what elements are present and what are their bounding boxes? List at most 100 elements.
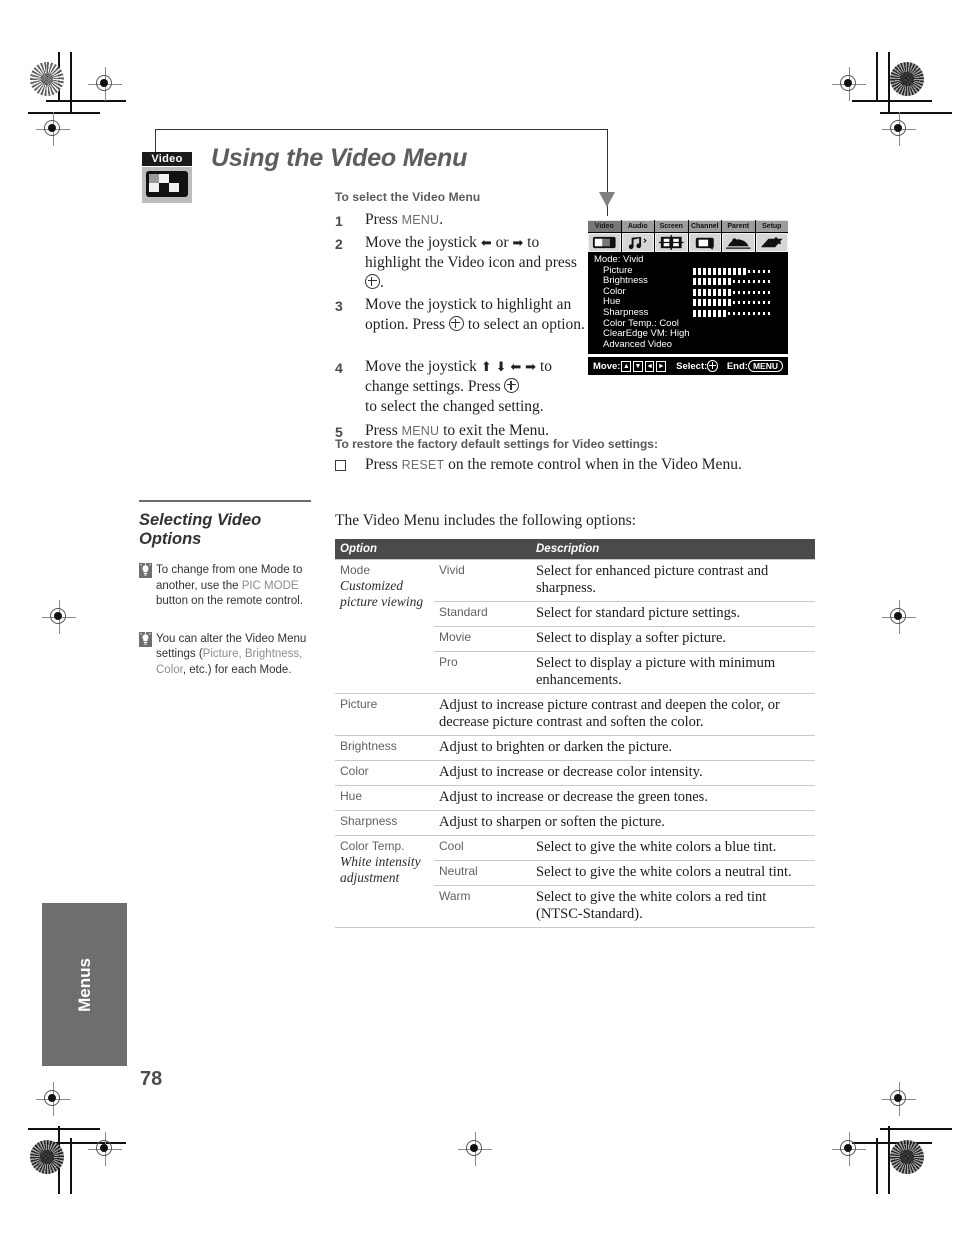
screen-icon[interactable] — [655, 233, 688, 252]
joystick-select-icon — [365, 274, 380, 289]
step-number: 3 — [335, 298, 343, 314]
restore-defaults-block: To restore the factory default settings … — [335, 437, 815, 477]
arrow-right-key-icon: ► — [656, 360, 667, 372]
table-intro: The Video Menu includes the following op… — [335, 512, 636, 529]
registration-mark-top-right — [832, 67, 866, 101]
lightbulb-icon — [139, 631, 156, 679]
column-header-option: Option — [335, 539, 531, 560]
video-menu-badge: Video — [142, 152, 192, 203]
crop-mark-bottom-right-h2 — [880, 1128, 952, 1130]
channel-icon[interactable] — [688, 233, 721, 252]
osd-select-label: Select: — [676, 360, 708, 372]
osd-item-sharpness[interactable]: Sharpness — [594, 306, 788, 319]
parent-icon[interactable] — [722, 233, 755, 252]
option-desc: Select for enhanced picture contrast and… — [531, 559, 815, 602]
registration-mark-bottom-center — [458, 1132, 492, 1166]
lightbulb-icon — [139, 563, 156, 610]
osd-menu-key: MENU — [747, 360, 783, 373]
osd-slider-brightness[interactable] — [693, 278, 775, 286]
osd-slider-color[interactable] — [693, 288, 775, 296]
arrow-right-icon: ➡ — [512, 235, 524, 250]
osd-tab-audio[interactable]: Audio — [621, 220, 654, 232]
video-icon[interactable] — [588, 233, 621, 252]
crop-mark-bottom-right-v — [876, 1138, 878, 1194]
arrow-left-icon: ⬅ — [480, 235, 492, 250]
step-number: 4 — [335, 360, 343, 376]
section-divider — [139, 500, 311, 502]
tv-osd-screenshot: Video Audio Screen Channel Parent Setup … — [588, 220, 788, 376]
step2-text-a: Move the joystick — [365, 234, 477, 251]
option-desc: Select to give the white colors a blue t… — [531, 835, 815, 861]
crop-mark-bottom-left-h — [28, 1128, 100, 1130]
option-sublabel: White intensity adjustment — [340, 854, 421, 885]
osd-tab-channel[interactable]: Channel — [688, 220, 721, 232]
option-cell-mode: Mode Customized picture viewing — [335, 559, 434, 694]
option-value-cool: Cool — [434, 835, 531, 861]
osd-slider-hue[interactable] — [693, 299, 775, 307]
tip1-highlight: PIC MODE — [241, 579, 299, 592]
osd-item-advanced-video[interactable]: Advanced Video — [594, 339, 788, 351]
option-desc: Select to give the white colors a red ti… — [531, 885, 815, 928]
option-label-color: Color — [335, 760, 434, 786]
option-desc: Select to display a softer picture. — [531, 626, 815, 652]
table-row-closing — [335, 927, 815, 928]
osd-item-label: Sharpness — [603, 306, 649, 318]
step1-period: . — [439, 211, 444, 228]
step-number: 2 — [335, 236, 343, 252]
osd-tab-parent[interactable]: Parent — [722, 220, 755, 232]
registration-mark-bottom-right-low — [882, 1082, 916, 1116]
crop-mark-bottom-left-v — [70, 1138, 72, 1194]
crop-mark-top-right-v2 — [888, 52, 890, 114]
table-row: Color Adjust to increase or decrease col… — [335, 760, 815, 786]
column-header-description: Description — [531, 539, 815, 560]
step-text: Move the joystick ⬆ ⬇ ⬅ ➡ to change sett… — [365, 358, 552, 415]
table-row: Picture Adjust to increase picture contr… — [335, 693, 815, 736]
option-desc: Adjust to increase or decrease color int… — [434, 760, 815, 786]
arrow-down-icon: ⬇ — [495, 359, 507, 374]
step3-text-b: to select an option. — [467, 316, 585, 333]
osd-item-color[interactable]: Color — [594, 286, 788, 298]
option-label-hue: Hue — [335, 785, 434, 811]
step1-press: Press — [365, 211, 402, 228]
option-value-neutral: Neutral — [434, 860, 531, 886]
registration-rosette-top-left — [30, 62, 64, 96]
osd-item-label: Brightness — [603, 275, 648, 287]
procedure-step-3: 3 Move the joystick to highlight an opti… — [335, 295, 590, 335]
osd-icon-bar — [588, 233, 788, 252]
audio-icon[interactable] — [621, 233, 654, 252]
restore-heading: To restore the factory default settings … — [335, 437, 658, 451]
registration-mark-middle-left — [42, 600, 76, 634]
step4-text-c: to select the changed setting. — [365, 398, 544, 415]
table-row: Color Temp. White intensity adjustment C… — [335, 835, 815, 928]
procedure-step-1: 1 Press MENU. — [335, 210, 590, 231]
osd-menu-body: Mode: Vivid Picture Brightness Color Hue… — [588, 252, 788, 355]
table-row: Brightness Adjust to brighten or darken … — [335, 735, 815, 761]
step4-text-b: change settings. Press — [365, 378, 501, 395]
osd-tab-screen[interactable]: Screen — [655, 220, 688, 232]
arrow-down-key-icon: ▼ — [633, 360, 643, 372]
restore-text-a: Press — [365, 456, 398, 473]
osd-tab-setup[interactable]: Setup — [755, 220, 788, 232]
option-value-movie: Movie — [434, 626, 531, 652]
tip1-part2: button on the remote control. — [156, 595, 304, 607]
registration-mark-top-right-inner — [882, 112, 916, 146]
option-label: Color Temp. — [340, 839, 405, 853]
osd-slider-sharpness[interactable] — [693, 309, 775, 317]
chapter-tab-menus: Menus — [42, 903, 127, 1066]
registration-mark-bottom-left-low — [88, 1132, 122, 1166]
osd-end-label: End: — [726, 360, 748, 372]
osd-slider-picture[interactable] — [693, 267, 775, 275]
option-value-vivid: Vivid — [434, 559, 531, 602]
tv-screen-graphic — [146, 171, 188, 197]
procedure-block: To select the Video Menu 1 Press MENU. 2… — [335, 190, 590, 337]
chapter-tab-label: Menus — [74, 957, 94, 1012]
osd-tab-video[interactable]: Video — [588, 220, 621, 232]
step2-or: or — [495, 234, 509, 251]
bullet-checkbox-icon — [335, 455, 365, 477]
setup-icon[interactable] — [755, 233, 788, 252]
sidebar-section: Selecting Video Options To change from o… — [139, 500, 311, 698]
option-desc: Select for standard picture settings. — [531, 601, 815, 627]
option-cell-color-temp: Color Temp. White intensity adjustment — [335, 835, 434, 928]
step-text: Move the joystick ⬅ or ➡ to highlight th… — [365, 234, 577, 291]
restore-text: Press RESET on the remote control when i… — [365, 455, 742, 477]
